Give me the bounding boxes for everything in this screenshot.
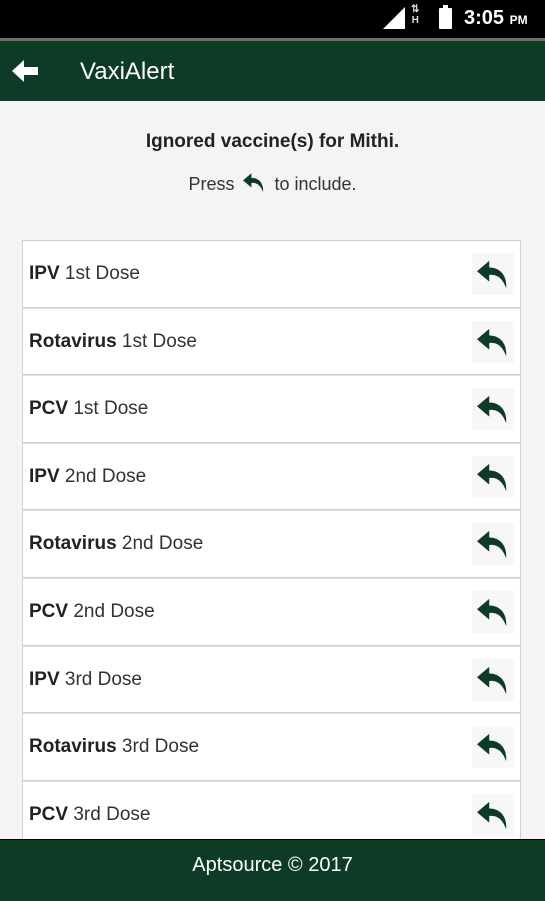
status-time-value: 3:05 bbox=[464, 7, 505, 29]
list-item: PCV 3rd Dose bbox=[22, 780, 521, 839]
vaccine-dose: 3rd Dose bbox=[64, 668, 143, 690]
back-arrow-icon[interactable] bbox=[12, 59, 40, 83]
vaccine-label: PCV 2nd Dose bbox=[29, 601, 155, 623]
undo-arrow-icon bbox=[477, 260, 507, 289]
list-item: PCV 1st Dose bbox=[22, 375, 521, 443]
page-heading: Ignored vaccine(s) for Mithi. bbox=[145, 131, 400, 152]
vaccine-dose: 1st Dose bbox=[64, 263, 140, 284]
undo-arrow-icon bbox=[477, 328, 507, 356]
vaccine-dose: 3rd Dose bbox=[73, 803, 151, 825]
include-button[interactable] bbox=[472, 793, 514, 836]
vaccine-name: Rotavirus bbox=[29, 533, 117, 555]
network-type-indicator: ⇅ H bbox=[411, 4, 420, 26]
battery-icon bbox=[439, 5, 452, 29]
app-title: VaxiAlert bbox=[80, 58, 175, 85]
vaccine-label: PCV 3rd Dose bbox=[29, 804, 150, 826]
include-button[interactable] bbox=[472, 658, 514, 701]
include-button[interactable] bbox=[472, 726, 514, 769]
footer: Aptsource © 2017 bbox=[0, 839, 545, 901]
include-button[interactable] bbox=[472, 455, 514, 498]
undo-arrow-icon bbox=[477, 801, 507, 829]
undo-arrow-icon bbox=[477, 531, 507, 559]
ignored-vaccine-list: IPV 1st Dose Rotavirus 1st Dose PCV 1st Do… bbox=[22, 240, 521, 839]
vaccine-label: IPV 1st Dose bbox=[29, 263, 140, 285]
list-item: Rotavirus 2nd Dose bbox=[22, 510, 521, 578]
vaccine-dose: 1st Dose bbox=[73, 398, 149, 420]
vaccine-label: Rotavirus 2nd Dose bbox=[29, 533, 203, 555]
vaccine-dose: 2nd Dose bbox=[73, 600, 155, 622]
vaccine-dose: 2nd Dose bbox=[121, 533, 204, 555]
signal-icon bbox=[383, 7, 405, 29]
status-bar: ⇅ H 3:05 PM bbox=[0, 0, 545, 38]
vaccine-name: Rotavirus bbox=[29, 330, 117, 352]
undo-arrow-icon bbox=[243, 173, 264, 193]
vaccine-name: PCV bbox=[29, 398, 69, 420]
list-item: Rotavirus 3rd Dose bbox=[22, 713, 521, 781]
vaccine-name: PCV bbox=[29, 600, 69, 622]
vaccine-dose: 2nd Dose bbox=[64, 465, 147, 487]
vaccine-name: IPV bbox=[29, 465, 60, 487]
app-bar: VaxiAlert bbox=[0, 41, 545, 101]
undo-arrow-icon bbox=[477, 734, 507, 762]
include-button[interactable] bbox=[472, 523, 514, 566]
undo-arrow-icon bbox=[477, 396, 507, 424]
status-time-ampm: PM bbox=[509, 13, 528, 27]
vaccine-dose: 1st Dose bbox=[121, 330, 197, 352]
list-item: IPV 3rd Dose bbox=[22, 645, 521, 714]
vaccine-name: PCV bbox=[29, 803, 69, 825]
instruction-after: to include. bbox=[274, 174, 357, 194]
vaccine-label: Rotavirus 1st Dose bbox=[29, 331, 197, 353]
main-content: Ignored vaccine(s) for Mithi. Press to i… bbox=[0, 101, 545, 839]
undo-arrow-icon bbox=[477, 666, 507, 694]
include-button[interactable] bbox=[472, 253, 514, 295]
vaccine-label: IPV 3rd Dose bbox=[29, 669, 142, 691]
undo-arrow-icon bbox=[477, 598, 507, 627]
vaccine-label: Rotavirus 3rd Dose bbox=[29, 736, 199, 758]
list-item: Rotavirus 1st Dose bbox=[22, 307, 521, 376]
vaccine-name: IPV bbox=[29, 668, 60, 690]
list-item: PCV 2nd Dose bbox=[22, 577, 521, 646]
vaccine-label: PCV 1st Dose bbox=[29, 398, 148, 420]
include-button[interactable] bbox=[472, 320, 514, 363]
include-button[interactable] bbox=[472, 388, 514, 431]
instruction-text: Press to include. bbox=[0, 172, 545, 195]
vaccine-dose: 3rd Dose bbox=[121, 736, 200, 758]
vaccine-name: Rotavirus bbox=[29, 736, 117, 758]
undo-arrow-icon bbox=[477, 463, 507, 491]
instruction-before: Press bbox=[188, 174, 235, 194]
vaccine-name: IPV bbox=[29, 263, 60, 284]
list-item: IPV 2nd Dose bbox=[22, 442, 521, 511]
list-item: IPV 1st Dose bbox=[22, 240, 521, 308]
footer-copyright: Aptsource © 2017 bbox=[192, 854, 353, 876]
status-time: 3:05 PM bbox=[464, 7, 528, 30]
include-button[interactable] bbox=[472, 590, 514, 633]
vaccine-label: IPV 2nd Dose bbox=[29, 466, 146, 488]
